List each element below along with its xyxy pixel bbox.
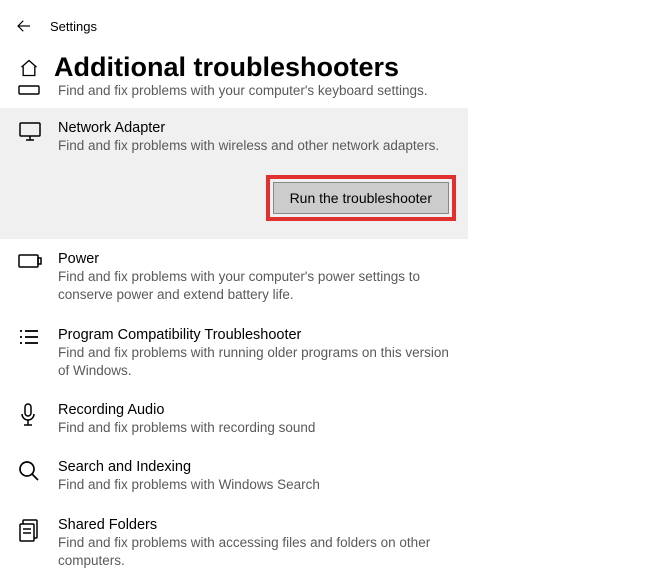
app-title: Settings — [50, 19, 97, 34]
microphone-icon — [18, 402, 46, 429]
troubleshooter-item-recording-audio[interactable]: Recording Audio Find and fix problems wi… — [0, 390, 468, 447]
item-desc: Find and fix problems with accessing fil… — [58, 534, 458, 570]
item-label: Shared Folders — [58, 517, 458, 533]
folder-icon — [18, 517, 46, 542]
list-icon — [18, 327, 46, 346]
item-desc: Find and fix problems with recording sou… — [58, 419, 458, 437]
troubleshooter-item-shared-folders[interactable]: Shared Folders Find and fix problems wit… — [0, 505, 468, 580]
troubleshooter-item-search-indexing[interactable]: Search and Indexing Find and fix problem… — [0, 447, 468, 504]
page-title: Additional troubleshooters — [54, 52, 399, 83]
item-label: Power — [58, 251, 458, 267]
item-desc: Find and fix problems with Windows Searc… — [58, 476, 458, 494]
keyboard-item-desc: Find and fix problems with your computer… — [58, 83, 428, 98]
troubleshooter-item-power[interactable]: Power Find and fix problems with your co… — [0, 239, 468, 314]
item-desc: Find and fix problems with wireless and … — [58, 137, 458, 155]
run-troubleshooter-button[interactable]: Run the troubleshooter — [273, 182, 449, 214]
item-label: Program Compatibility Troubleshooter — [58, 327, 458, 343]
item-desc: Find and fix problems with running older… — [58, 344, 458, 380]
item-label: Search and Indexing — [58, 459, 458, 475]
item-desc: Find and fix problems with your computer… — [58, 268, 458, 304]
monitor-icon — [18, 120, 46, 143]
home-icon[interactable] — [18, 57, 40, 79]
power-icon — [18, 251, 46, 270]
item-label: Recording Audio — [58, 402, 458, 418]
back-button[interactable] — [8, 10, 40, 42]
troubleshooter-item-program-compat[interactable]: Program Compatibility Troubleshooter Fin… — [0, 315, 468, 390]
highlight-annotation: Run the troubleshooter — [266, 175, 456, 221]
troubleshooter-item-network-adapter[interactable]: Network Adapter Find and fix problems wi… — [0, 108, 468, 239]
keyboard-icon — [18, 83, 40, 95]
search-icon — [18, 459, 46, 482]
item-label: Network Adapter — [58, 120, 458, 136]
